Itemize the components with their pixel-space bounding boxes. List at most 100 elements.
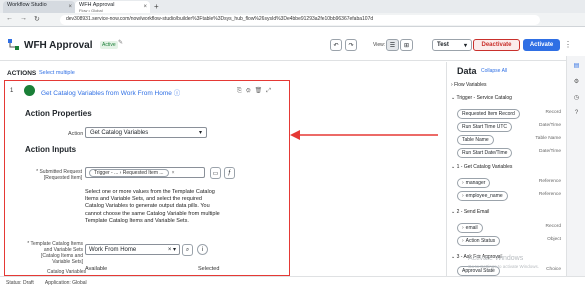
- step-title-text: Get Catalog Variables from Work From Hom…: [41, 90, 172, 97]
- data-pill[interactable]: email: [457, 223, 483, 233]
- action-card: 1 Get Catalog Variables from Work From H…: [4, 80, 290, 276]
- data-pill-row[interactable]: Run Start Time UTC Date/Time: [457, 122, 561, 132]
- close-icon[interactable]: ×: [143, 4, 147, 10]
- activate-button[interactable]: Activate: [523, 39, 560, 51]
- redo-icon: ↷: [348, 42, 354, 49]
- data-panel-icon[interactable]: ▤: [572, 62, 581, 71]
- settings-icon[interactable]: ⚙: [246, 88, 255, 94]
- data-type: Reference: [538, 179, 561, 184]
- delete-icon[interactable]: 🗑: [255, 88, 267, 94]
- step-status-icon: [24, 85, 35, 96]
- history-icon[interactable]: ◷: [572, 94, 581, 103]
- tab-wfh-approval[interactable]: WFH Approval Flow • Global ×: [75, 1, 150, 13]
- action-inputs-heading: Action Inputs: [25, 145, 77, 154]
- back-icon[interactable]: ←: [6, 15, 13, 22]
- search-button[interactable]: ⌕: [182, 244, 193, 256]
- group-header[interactable]: ⌄ 1 - Get Catalog Variables: [451, 164, 561, 170]
- data-type: Date/Time: [539, 123, 561, 128]
- clear-dropdown-icon[interactable]: × ▾: [168, 246, 176, 253]
- action-properties-heading: Action Properties: [25, 109, 92, 118]
- data-type: Reference: [538, 192, 561, 197]
- close-icon[interactable]: ×: [68, 4, 72, 10]
- data-pill[interactable]: Table Name: [457, 135, 494, 145]
- view-list-button[interactable]: ☰: [386, 39, 399, 51]
- template-catalog-label: * Template Catalog Items and Variable Se…: [27, 241, 83, 265]
- expand-icon[interactable]: ⤢: [266, 88, 275, 94]
- data-type: Record: [545, 224, 561, 229]
- more-options-icon[interactable]: ⋮: [564, 40, 572, 49]
- undo-icon: ↶: [333, 42, 339, 49]
- info-button[interactable]: i: [197, 244, 208, 255]
- group-label: 2 - Send Email: [456, 209, 490, 215]
- actions-heading: ACTIONS: [7, 70, 37, 77]
- data-pill-row[interactable]: email Record: [457, 223, 561, 233]
- redo-button[interactable]: ↷: [345, 39, 357, 51]
- data-pill[interactable]: Trigger - ... › Requested Item ...: [89, 168, 169, 177]
- edit-icon[interactable]: ✎: [118, 39, 123, 46]
- data-pill-row[interactable]: Action Status Object: [457, 236, 561, 246]
- available-heading: Available: [85, 266, 108, 272]
- submitted-request-field[interactable]: Trigger - ... › Requested Item ... ×: [85, 167, 205, 178]
- group-header[interactable]: ⌄ 2 - Send Email: [451, 209, 561, 215]
- group-header[interactable]: ⌄ Trigger - Service Catalog: [451, 95, 561, 101]
- card-toolbar: ⎘⚙🗑⤢: [237, 87, 275, 95]
- data-type: Date/Time: [539, 149, 561, 154]
- data-pill[interactable]: employee_name: [457, 191, 508, 201]
- select-multiple-link[interactable]: Select multiple: [39, 70, 75, 76]
- tab-title: Workflow Studio: [7, 2, 47, 8]
- flow-logo-icon: [8, 39, 19, 50]
- data-pill[interactable]: Run Start Date/Time: [457, 148, 513, 158]
- url-input[interactable]: dev308931.service-now.com/now/workflow-s…: [60, 15, 540, 25]
- data-pill-row[interactable]: Run Start Date/Time Date/Time: [457, 148, 561, 158]
- step-title[interactable]: Get Catalog Variables from Work From Hom…: [41, 87, 180, 97]
- reload-icon[interactable]: ↻: [34, 15, 40, 23]
- submitted-request-label: * Submitted Request [Requested Item]: [36, 169, 82, 181]
- data-pill-picker-button[interactable]: ▭: [210, 167, 221, 179]
- group-header[interactable]: › Flow Variables: [451, 82, 561, 88]
- info-icon: i: [201, 246, 204, 253]
- template-catalog-value: Work From Home: [89, 246, 137, 253]
- status-badge: Active: [100, 41, 118, 49]
- clear-icon[interactable]: ×: [172, 170, 175, 176]
- data-type: Record: [545, 110, 561, 115]
- data-pill[interactable]: Action Status: [457, 236, 501, 246]
- data-pill-row[interactable]: manager Reference: [457, 178, 561, 188]
- view-diagram-button[interactable]: ⊞: [400, 39, 413, 51]
- action-select[interactable]: Get Catalog Variables ▾: [85, 127, 207, 138]
- page-title: WFH Approval: [24, 40, 93, 51]
- test-button[interactable]: Test ▾: [432, 39, 472, 51]
- data-pill[interactable]: manager: [457, 178, 491, 188]
- selected-heading: Selected: [198, 266, 220, 272]
- data-type: Choice: [546, 267, 561, 272]
- tab-workflow-studio[interactable]: Workflow Studio ×: [3, 1, 75, 13]
- data-panel: Data Collapse All › Flow Variables ⌄ Tri…: [446, 62, 563, 276]
- group-label: Trigger - Service Catalog: [456, 95, 512, 101]
- help-icon[interactable]: ?: [572, 110, 581, 119]
- script-toggle-button[interactable]: ƒ: [224, 167, 235, 179]
- action-field-label: Action: [68, 131, 84, 137]
- data-pill[interactable]: Requested Item Record: [457, 109, 520, 119]
- data-pill-row[interactable]: Requested Item Record Record: [457, 109, 561, 119]
- data-pill[interactable]: Run Start Time UTC: [457, 122, 513, 132]
- copy-icon[interactable]: ⎘: [237, 88, 246, 94]
- search-icon: ⌕: [185, 246, 190, 253]
- deactivate-button[interactable]: Deactivate: [473, 39, 520, 51]
- address-bar: ← → ↻ dev308931.service-now.com/now/work…: [0, 13, 585, 27]
- group-label: Flow Variables: [454, 82, 487, 88]
- help-icon: ⓘ: [173, 90, 181, 97]
- test-label: Test: [437, 42, 449, 48]
- collapse-all-link[interactable]: Collapse All: [481, 68, 507, 74]
- settings-icon[interactable]: ⚙: [572, 78, 581, 87]
- app-header: WFH Approval Active ✎ ↶ ↷ View: ☰ ⊞ Test…: [0, 27, 585, 61]
- chevron-down-icon: ▾: [463, 42, 467, 49]
- list-view-icon: ☰: [389, 42, 396, 49]
- data-pill-row[interactable]: Table Name Table Name: [457, 135, 561, 145]
- new-tab-icon[interactable]: +: [154, 2, 159, 11]
- data-type: Table Name: [535, 136, 561, 141]
- view-label: View:: [373, 42, 386, 48]
- data-pill-row[interactable]: employee_name Reference: [457, 191, 561, 201]
- undo-button[interactable]: ↶: [330, 39, 342, 51]
- template-catalog-input[interactable]: Work From Home × ▾: [85, 244, 180, 255]
- data-panel-title: Data: [457, 66, 477, 76]
- forward-icon[interactable]: →: [20, 15, 27, 22]
